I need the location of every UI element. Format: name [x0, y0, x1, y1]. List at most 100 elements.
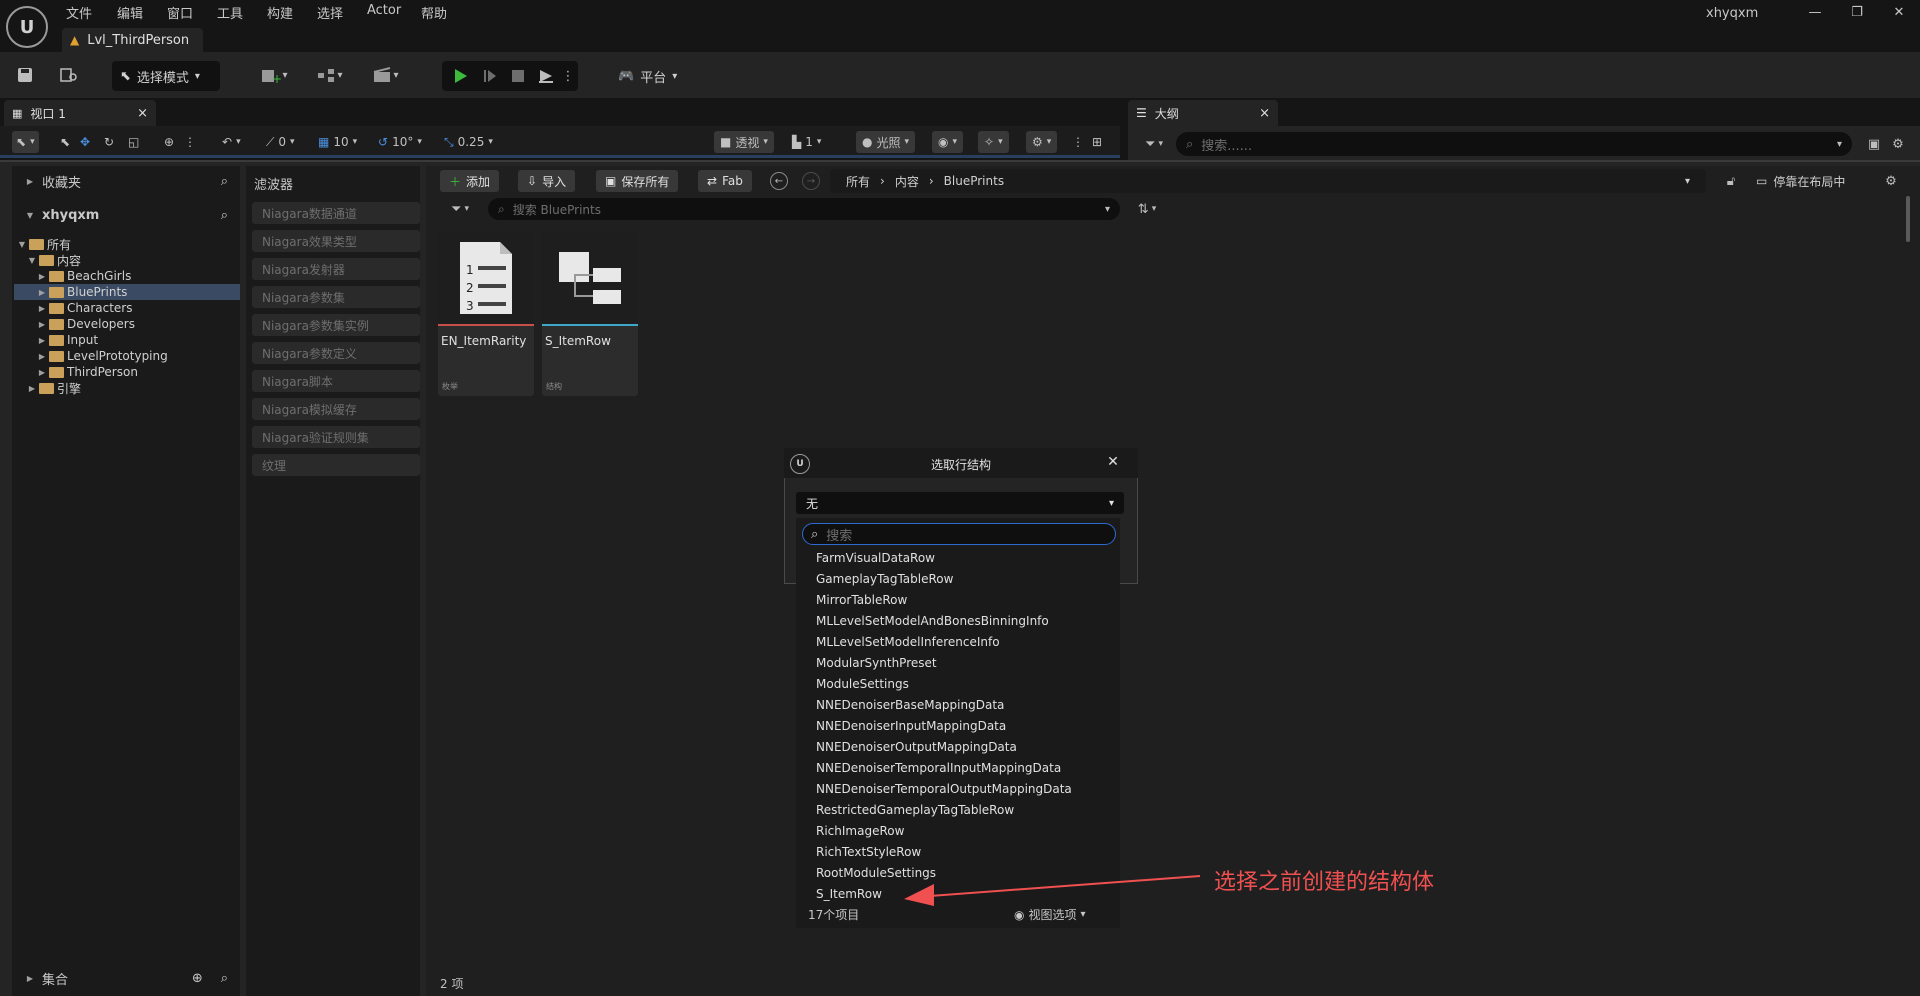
viewport-more-icon[interactable]: ⋮ [1072, 131, 1084, 153]
perspective-dropdown[interactable]: ■ 透视 ▾ [714, 131, 774, 153]
chevron-down-icon[interactable]: ▾ [1685, 176, 1690, 187]
cinematics-icon[interactable]: ▾ [366, 64, 406, 86]
scale-snap-button[interactable]: ⤡ 0.25 ▾ [444, 131, 493, 153]
dropdown-option[interactable]: NNEDenoiserTemporalInputMappingData [816, 758, 1061, 778]
tree-item-characters[interactable]: ▶ Characters [14, 300, 240, 316]
viewport-tab[interactable]: ▦ 视口 1 × [4, 100, 156, 126]
tree-item-developers[interactable]: ▶ Developers [14, 316, 240, 332]
expanded-arrow-icon[interactable]: ▼ [28, 256, 36, 265]
collapsed-arrow-icon[interactable]: ▶ [38, 352, 46, 361]
close-outline-icon[interactable]: × [1259, 106, 1270, 121]
filter-item[interactable]: Niagara参数集 [252, 286, 420, 308]
save-all-button[interactable]: ▣ 保存所有 [596, 170, 679, 192]
close-dialog-icon[interactable]: ✕ [1102, 452, 1124, 472]
menu-edit[interactable]: 编辑 [117, 3, 143, 22]
outline-search-input[interactable]: ⌕ 搜索...... ▾ [1176, 132, 1852, 156]
menu-select[interactable]: 选择 [317, 3, 343, 22]
unreal-logo[interactable]: U [6, 6, 48, 48]
rotation-snap-button[interactable]: ↺ 10° ▾ [378, 131, 422, 153]
filter-item[interactable]: 纹理 [252, 454, 420, 476]
collapsed-arrow-icon[interactable]: ▶ [38, 304, 46, 313]
blueprint-icon[interactable]: ▾ [310, 64, 350, 86]
collections-header[interactable]: ▶ 集合 ⊕ ⌕ [14, 966, 240, 990]
tree-item-所有[interactable]: ▼ 所有 [14, 236, 240, 252]
breadcrumb-blueprints[interactable]: BluePrints [944, 174, 1675, 188]
tree-item-input[interactable]: ▶ Input [14, 332, 240, 348]
collapsed-arrow-icon[interactable]: ▶ [38, 368, 46, 377]
lighting-dropdown[interactable]: ● 光照 ▾ [856, 131, 916, 153]
menu-tools[interactable]: 工具 [217, 3, 243, 22]
search-icon[interactable]: ⌕ [221, 174, 228, 189]
outline-settings-icon[interactable]: ⚙ [1888, 134, 1908, 154]
stop-icon[interactable] [506, 64, 530, 88]
dropdown-option[interactable]: FarmVisualDataRow [816, 548, 935, 568]
angle-snap-button[interactable]: ⟋ 0 ▾ [266, 131, 295, 153]
dropdown-option[interactable]: GameplayTagTableRow [816, 569, 953, 589]
surface-snap-icon[interactable]: ↶ ▾ [222, 131, 241, 153]
add-actor-icon[interactable]: + ▾ [254, 64, 294, 86]
fab-button[interactable]: ⇄ Fab [698, 170, 752, 192]
dropdown-option[interactable]: MLLevelSetModelInferenceInfo [816, 632, 1000, 652]
forward-icon[interactable]: → [802, 172, 820, 190]
platform-dropdown[interactable]: 🎮 平台 ▾ [612, 61, 683, 91]
tree-item-内容[interactable]: ▼ 内容 [14, 252, 240, 268]
tree-item-thirdperson[interactable]: ▶ ThirdPerson [14, 364, 240, 380]
import-button[interactable]: ⇩ 导入 [518, 170, 576, 192]
asset-search-input[interactable]: ⌕ 搜索 BluePrints ▾ [488, 198, 1120, 220]
filter-item[interactable]: Niagara效果类型 [252, 230, 420, 252]
project-header[interactable]: ▼ xhyqxm ⌕ [14, 200, 240, 230]
outline-filter-icon[interactable]: ⏷ ▾ [1138, 134, 1170, 154]
menu-build[interactable]: 构建 [267, 3, 293, 22]
viewport-settings-button[interactable]: ⚙ ▾ [1026, 131, 1058, 153]
collapsed-arrow-icon[interactable]: ▶ [28, 384, 36, 393]
filter-item[interactable]: Niagara参数集实例 [252, 314, 420, 336]
dropdown-option[interactable]: MLLevelSetModelAndBonesBinningInfo [816, 611, 1049, 631]
grid-snap-button[interactable]: ▦ 10 ▾ [318, 131, 357, 153]
browse-icon[interactable] [58, 64, 80, 86]
tree-item-blueprints[interactable]: ▶ BluePrints [14, 284, 240, 300]
dropdown-option[interactable]: NNEDenoiserInputMappingData [816, 716, 1006, 736]
breadcrumb-all[interactable]: 所有 [846, 173, 870, 190]
expanded-arrow-icon[interactable]: ▼ [18, 240, 26, 249]
level-tab[interactable]: ▲ Lvl_ThirdPerson [62, 28, 204, 52]
collapsed-arrow-icon[interactable]: ▶ [38, 288, 46, 297]
outline-tab[interactable]: ☰ 大纲 × [1128, 100, 1278, 126]
scale-tool-icon[interactable]: ◱ [128, 131, 139, 153]
dropdown-option[interactable]: NNEDenoiserBaseMappingData [816, 695, 1004, 715]
tree-item-levelprototyping[interactable]: ▶ LevelPrototyping [14, 348, 240, 364]
maximize-button[interactable]: ❐ [1842, 2, 1872, 22]
filter-item[interactable]: Niagara参数定义 [252, 342, 420, 364]
minimize-button[interactable]: — [1800, 2, 1830, 22]
back-icon[interactable]: ← [770, 172, 788, 190]
effects-button[interactable]: ✧ ▾ [978, 131, 1009, 153]
dropdown-option[interactable]: RestrictedGameplayTagTableRow [816, 800, 1014, 820]
world-space-icon[interactable]: ⊕ [164, 131, 174, 153]
filter-item[interactable]: Niagara模拟缓存 [252, 398, 420, 420]
dropdown-option[interactable]: RichTextStyleRow [816, 842, 921, 862]
save-icon[interactable] [14, 64, 36, 86]
show-flags-button[interactable]: ◉ ▾ [932, 131, 964, 153]
play-icon[interactable] [448, 64, 472, 88]
play-options-icon[interactable]: ⋮ [562, 64, 575, 88]
more-options-icon[interactable]: ⋮ [184, 131, 196, 153]
search-icon[interactable]: ⌕ [221, 971, 228, 986]
filter-item[interactable]: Niagara验证规则集 [252, 426, 420, 448]
collapsed-arrow-icon[interactable]: ▶ [38, 272, 46, 281]
filter-item[interactable]: Niagara脚本 [252, 370, 420, 392]
tree-item-beachgirls[interactable]: ▶ BeachGirls [14, 268, 240, 284]
transform-mode-button[interactable]: ⬉ ▾ [12, 131, 39, 153]
add-collection-icon[interactable]: ⊕ [192, 971, 203, 986]
add-button[interactable]: ＋ 添加 [440, 170, 500, 192]
breadcrumb-content[interactable]: 内容 [895, 173, 919, 190]
select-mode-dropdown[interactable]: ⬉ 选择模式 ▾ [112, 61, 220, 91]
drawer-settings-icon[interactable]: ⚙ [1880, 170, 1902, 192]
camera-speed-button[interactable]: ▙ 1 ▾ [792, 131, 821, 153]
rotate-tool-icon[interactable]: ↻ [104, 131, 114, 153]
asset-filter-icon[interactable]: ⏷ ▾ [442, 199, 478, 219]
menu-file[interactable]: 文件 [66, 3, 92, 22]
collapsed-arrow-icon[interactable]: ▶ [38, 336, 46, 345]
search-icon[interactable]: ⌕ [221, 208, 228, 223]
dropdown-option[interactable]: NNEDenoiserTemporalOutputMappingData [816, 779, 1072, 799]
filter-item[interactable]: Niagara发射器 [252, 258, 420, 280]
row-struct-combo[interactable]: 无 ▾ [796, 492, 1124, 514]
